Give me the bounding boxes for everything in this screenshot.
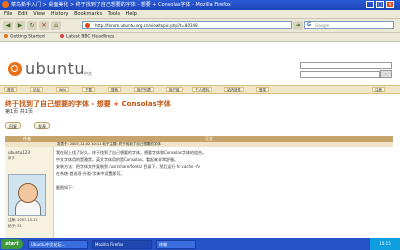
tab-home[interactable]: 首页 — [4, 87, 17, 92]
bookmarks-toolbar: Getting Started Latest BBC Headlines — [0, 33, 400, 42]
menu-bar: File Edit View History Bookmarks Tools H… — [0, 10, 400, 19]
tab-messages[interactable]: 站内信件 — [224, 87, 244, 92]
logo-subtitle: 中文 — [84, 71, 92, 76]
author-rank: 新手 — [8, 156, 15, 160]
menu-edit[interactable]: Edit — [18, 10, 28, 18]
go-icon[interactable]: ➜ — [293, 21, 303, 30]
navigation-toolbar: ◀ ▶ ↻ ✕ ⌂ http://forum.ubuntu.org.cn/vie… — [0, 19, 400, 33]
address-bar[interactable]: http://forum.ubuntu.org.cn/viewtopic.php… — [82, 21, 292, 29]
login-button[interactable]: › — [380, 70, 392, 78]
tab-download[interactable]: 下载 — [82, 87, 95, 92]
minimize-button[interactable]: _ — [366, 1, 374, 8]
post-line: 中文字体用的是雅黑，英文字体用的是Consolas，看起来非常舒服。 — [56, 157, 178, 162]
start-button[interactable]: start — [1, 239, 23, 249]
search-placeholder: Google — [315, 23, 330, 28]
author-joined: 注册: 2007-10-11 — [8, 218, 38, 222]
bookmark-label: Latest BBC Headlines — [66, 34, 115, 40]
tab-login[interactable]: 登录 — [256, 87, 269, 92]
back-icon[interactable]: ◀ — [3, 21, 13, 30]
password-field[interactable] — [300, 71, 380, 78]
address-text: http://forum.ubuntu.org.cn/viewtopic.php… — [95, 23, 198, 28]
login-box: › — [300, 62, 392, 80]
taskbar-item-active[interactable]: Mozilla Firefox — [92, 239, 152, 249]
post-line: 安装方法：把字体文件复制到 /usr/share/fonts/ 目录下，然后运行… — [56, 164, 200, 169]
close-button[interactable]: × — [386, 1, 394, 8]
post-author-panel: ubuntu123 新手 注册: 2007-10-11 帖子: 31 — [5, 147, 54, 238]
forward-icon[interactable]: ▶ — [15, 21, 25, 30]
post-subheader: 发表于: 2007-12-02 10:11 帖子主题: 终于找到了自己想要的字体 — [5, 142, 393, 147]
search-input[interactable]: G Google — [304, 21, 394, 29]
tab-groups[interactable]: 用户组 — [166, 87, 183, 92]
menu-tools[interactable]: Tools — [108, 10, 120, 18]
tab-forum[interactable]: 论坛 — [30, 87, 43, 92]
author-posts: 帖子: 31 — [8, 224, 22, 228]
bookmark-bbc-headlines[interactable]: Latest BBC Headlines — [60, 34, 114, 40]
menu-history[interactable]: History — [51, 10, 69, 18]
rss-icon — [60, 34, 64, 38]
page-info: 第1页 共1页 — [5, 109, 33, 115]
tab-search[interactable]: 搜索 — [108, 87, 121, 92]
avatar-face — [18, 183, 38, 203]
post-body: 我在网上找了好久，终于找到了自己想要的字体，想要字体和Consolas字体的组合… — [56, 149, 391, 191]
menu-bookmarks[interactable]: Bookmarks — [74, 10, 102, 18]
firefox-icon — [2, 1, 9, 8]
taskbar-item[interactable]: 终端 — [156, 239, 196, 249]
menu-help[interactable]: Help — [126, 10, 137, 18]
bookmark-getting-started[interactable]: Getting Started — [4, 34, 45, 40]
google-icon: G — [307, 22, 312, 28]
post-line: 在系统-首选项-外观-字体中设置即可。 — [56, 171, 125, 176]
page-viewport: ubuntu 中文 › 首页 论坛 Wiki 下载 搜索 用户列表 用户组 个人… — [0, 42, 400, 238]
author-name[interactable]: ubuntu123 — [8, 150, 30, 155]
post-line: 我在网上找了好久，终于找到了自己想要的字体，想要字体和Consolas字体的组合… — [56, 150, 206, 155]
maximize-button[interactable]: □ — [376, 1, 384, 8]
tab-members[interactable]: 用户列表 — [134, 87, 154, 92]
post-meta: 发表于: 2007-12-02 10:11 帖子主题: 终于找到了自己想要的字体 — [57, 142, 161, 146]
stop-icon[interactable]: ✕ — [39, 21, 49, 30]
bookmark-icon — [4, 34, 8, 38]
window-title-bar: 菜鸟新手入门 > 桌面美化 > 终于找到了自己想要的字体 - 想要 + Cons… — [0, 0, 400, 10]
taskbar: start Ubuntu中文论坛... Mozilla Firefox 终端 1… — [0, 238, 400, 250]
menu-view[interactable]: View — [33, 10, 45, 18]
bookmark-label: Getting Started — [10, 34, 45, 40]
tab-register[interactable]: 注册 — [372, 87, 385, 92]
avatar — [8, 174, 46, 216]
site-favicon — [85, 23, 90, 28]
logo-wordmark: ubuntu — [25, 59, 85, 78]
window-title: 菜鸟新手入门 > 桌面美化 > 终于找到了自己想要的字体 - 想要 + Cons… — [11, 2, 231, 8]
system-clock: 10:15 — [370, 238, 400, 250]
home-icon[interactable]: ⌂ — [51, 21, 61, 30]
tab-profile[interactable]: 个人资料 — [192, 87, 212, 92]
post-line — [56, 177, 391, 184]
new-topic-button[interactable]: 发表 — [34, 122, 50, 129]
username-field[interactable] — [300, 62, 392, 69]
post-line: 截图如下： — [56, 185, 76, 190]
menu-file[interactable]: File — [4, 10, 12, 18]
reload-icon[interactable]: ↻ — [27, 21, 37, 30]
site-nav-tabs: 首页 论坛 Wiki 下载 搜索 用户列表 用户组 个人资料 站内信件 登录 注… — [0, 85, 400, 94]
ubuntu-circle-icon — [8, 62, 22, 76]
reply-button[interactable]: 回复 — [5, 122, 21, 129]
taskbar-item[interactable]: Ubuntu中文论坛... — [28, 239, 88, 249]
tab-wiki[interactable]: Wiki — [56, 87, 70, 92]
